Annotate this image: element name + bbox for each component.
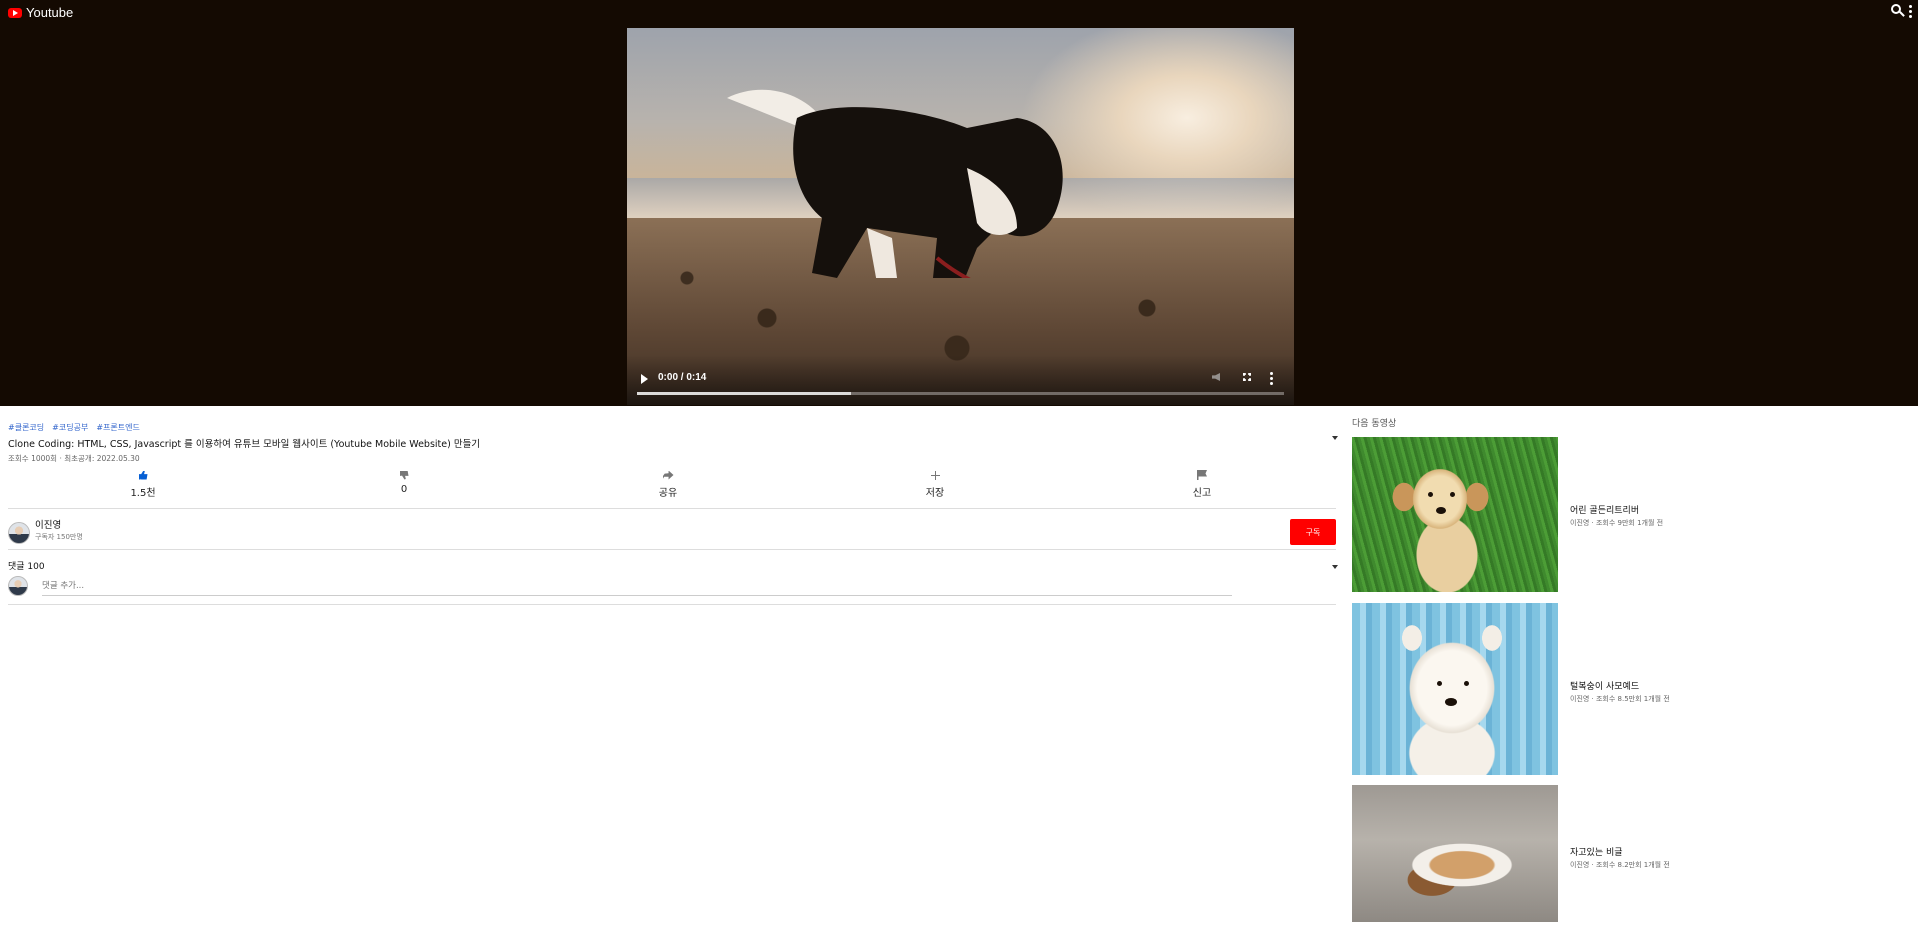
comments-header: 댓글 100	[8, 562, 45, 572]
channel-name[interactable]: 이진영	[35, 517, 61, 531]
report-button[interactable]: 신고	[1162, 468, 1242, 499]
header-icons	[1891, 4, 1912, 18]
logo[interactable]: Youtube	[8, 5, 73, 20]
top-background: Youtube 0:00 / 0:14	[0, 0, 1918, 406]
video-progress-bar[interactable]	[637, 392, 1284, 395]
logo-text: Youtube	[26, 5, 74, 20]
dislike-count: 0	[400, 484, 408, 495]
fullscreen-icon[interactable]	[1243, 373, 1251, 381]
divider	[8, 604, 1336, 605]
divider	[8, 549, 1336, 550]
video-frame-puppy	[727, 89, 1063, 278]
subscriber-count: 구독자 150만명	[35, 533, 83, 541]
video-progress-fill	[637, 392, 851, 395]
play-icon[interactable]	[641, 374, 648, 384]
share-button[interactable]: 공유	[628, 468, 708, 499]
up-next-header: 다음 동영상	[1352, 419, 1397, 429]
like-count: 1.5천	[130, 488, 156, 499]
video-thumbnail[interactable]	[1352, 785, 1558, 922]
search-icon[interactable]	[1891, 4, 1901, 14]
hashtag[interactable]: #클론코딩	[8, 422, 44, 433]
up-next-title[interactable]: 자고있는 비글	[1570, 845, 1623, 858]
channel-row: 이진영 구독자 150만명 구독	[8, 516, 1336, 546]
thumbnail-detail	[1445, 698, 1457, 706]
video-meta: 조회수 1000회 · 최초공개: 2022.05.30	[8, 454, 140, 463]
thumbs-down-icon	[399, 470, 409, 480]
volume-icon[interactable]	[1212, 373, 1220, 381]
video-player[interactable]: 0:00 / 0:14	[627, 28, 1294, 405]
video-thumbnail[interactable]	[1352, 437, 1558, 592]
hashtags: #클론코딩 #코딩공부 #프론트엔드	[8, 422, 140, 433]
up-next-title[interactable]: 어린 골든리트리버	[1570, 503, 1639, 516]
like-button[interactable]: 1.5천	[103, 468, 183, 499]
video-time: 0:00 / 0:14	[658, 372, 707, 383]
thumbnail-detail	[1436, 507, 1446, 514]
action-bar: 1.5천 0 공유 저장 신고	[0, 468, 1340, 504]
comment-input[interactable]	[42, 579, 1232, 596]
channel-avatar[interactable]	[8, 522, 30, 544]
share-icon	[662, 470, 674, 480]
thumbnail-detail	[1464, 681, 1469, 686]
user-avatar	[8, 576, 28, 596]
save-button[interactable]: 저장	[895, 468, 975, 499]
video-more-icon[interactable]	[1270, 372, 1273, 385]
expand-comments-icon[interactable]	[1332, 565, 1338, 569]
youtube-logo-icon	[8, 7, 22, 18]
expand-description-icon[interactable]	[1332, 436, 1338, 440]
save-label: 저장	[925, 488, 945, 499]
divider	[8, 508, 1336, 509]
dislike-button[interactable]: 0	[364, 468, 444, 495]
thumbnail-detail	[1450, 492, 1455, 497]
hashtag[interactable]: #코딩공부	[52, 422, 88, 433]
flag-icon	[1197, 470, 1207, 480]
comment-compose	[8, 576, 1238, 598]
hashtag[interactable]: #프론트엔드	[96, 422, 140, 433]
up-next-title[interactable]: 털복숭이 사모예드	[1570, 679, 1639, 692]
thumbs-up-icon	[138, 470, 148, 480]
plus-icon	[930, 470, 940, 480]
up-next-meta: 이진영 · 조회수 8.5만회 1개월 전	[1570, 695, 1670, 703]
subscribe-button[interactable]: 구독	[1290, 519, 1336, 545]
up-next-meta: 이진영 · 조회수 8.2만회 1개월 전	[1570, 861, 1670, 869]
report-label: 신고	[1192, 488, 1212, 499]
more-vert-icon[interactable]	[1909, 4, 1912, 18]
video-controls: 0:00 / 0:14	[627, 355, 1294, 405]
share-label: 공유	[658, 488, 678, 499]
video-thumbnail[interactable]	[1352, 603, 1558, 775]
thumbnail-detail	[1437, 681, 1442, 686]
video-title: Clone Coding: HTML, CSS, Javascript 를 이용…	[8, 439, 481, 450]
up-next-meta: 이진영 · 조회수 9만회 1개월 전	[1570, 519, 1664, 527]
header: Youtube	[0, 0, 1918, 26]
thumbnail-detail	[1428, 492, 1433, 497]
